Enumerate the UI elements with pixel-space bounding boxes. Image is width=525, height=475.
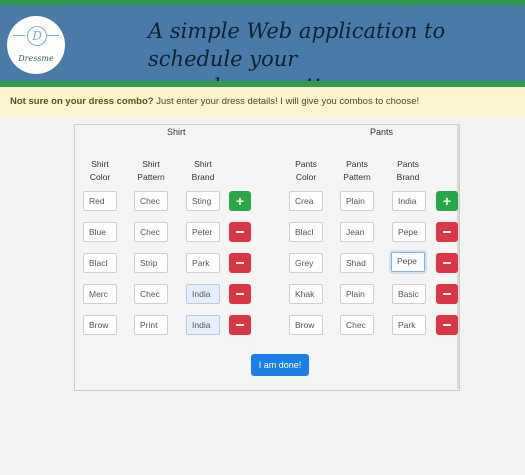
shirt-pattern-header: Shirt Pattern bbox=[128, 158, 174, 184]
pants-brand-input[interactable]: India bbox=[392, 191, 426, 211]
pants-brand-input-focused[interactable]: Pepe bbox=[391, 252, 425, 272]
pants-pattern-input[interactable]: Jean bbox=[340, 222, 374, 242]
shirt-brand-input[interactable]: India bbox=[186, 315, 220, 335]
pants-color-input[interactable]: Khak bbox=[289, 284, 323, 304]
info-banner: Not sure on your dress combo? Just enter… bbox=[0, 87, 525, 117]
pants-pattern-input[interactable]: Chec bbox=[340, 315, 374, 335]
header-line: Color bbox=[89, 172, 111, 182]
logo-wing-left bbox=[13, 35, 25, 36]
remove-pants-button[interactable] bbox=[436, 222, 458, 242]
header-line: Pants bbox=[295, 159, 317, 169]
logo-letter: D bbox=[27, 26, 47, 46]
remove-shirt-button[interactable] bbox=[229, 284, 251, 304]
shirt-color-input[interactable]: Red bbox=[83, 191, 117, 211]
shirt-color-header: Shirt Color bbox=[77, 158, 123, 184]
remove-shirt-button[interactable] bbox=[229, 253, 251, 273]
pants-brand-input[interactable]: Basic bbox=[392, 284, 426, 304]
pants-section-title: Pants bbox=[370, 127, 394, 137]
shirt-pattern-input[interactable]: Strip bbox=[134, 253, 168, 273]
remove-shirt-button[interactable] bbox=[229, 315, 251, 335]
shirt-pattern-input[interactable]: Chec bbox=[134, 191, 168, 211]
shirt-brand-input[interactable]: India bbox=[186, 284, 220, 304]
shirt-section-title: Shirt bbox=[167, 127, 186, 137]
info-banner-body: Just enter your dress details! I will gi… bbox=[153, 96, 420, 107]
info-banner-bold: Not sure on your dress combo? bbox=[10, 96, 154, 107]
header-line: Shirt bbox=[194, 159, 212, 169]
remove-shirt-button[interactable] bbox=[229, 222, 251, 242]
logo-wing-right bbox=[47, 35, 59, 36]
shirt-color-input[interactable]: Blue bbox=[83, 222, 117, 242]
pants-color-input[interactable]: Brow bbox=[289, 315, 323, 335]
shirt-color-input[interactable]: Merc bbox=[83, 284, 117, 304]
shirt-brand-input[interactable]: Sting bbox=[186, 191, 220, 211]
pants-pattern-input[interactable]: Plain bbox=[340, 191, 374, 211]
pants-brand-input[interactable]: Park bbox=[392, 315, 426, 335]
remove-pants-button[interactable] bbox=[436, 315, 458, 335]
header-line: Pants bbox=[346, 159, 368, 169]
shirt-pattern-input[interactable]: Chec bbox=[134, 284, 168, 304]
pants-pattern-input[interactable]: Shad bbox=[340, 253, 374, 273]
header-line: Pattern bbox=[343, 172, 371, 182]
shirt-pattern-input[interactable]: Print bbox=[134, 315, 168, 335]
shirt-brand-header: Shirt Brand bbox=[180, 158, 226, 184]
app-header: D Dressme A simple Web application to sc… bbox=[0, 5, 525, 99]
logo-text: Dressme bbox=[18, 54, 54, 63]
pants-pattern-header: Pants Pattern bbox=[334, 158, 380, 184]
shirt-brand-input[interactable]: Peter bbox=[186, 222, 220, 242]
pants-brand-input[interactable]: Pepe bbox=[392, 222, 426, 242]
pants-color-input[interactable]: Grey bbox=[289, 253, 323, 273]
pants-color-input[interactable]: Crea bbox=[289, 191, 323, 211]
remove-pants-button[interactable] bbox=[436, 284, 458, 304]
header-line: Shirt bbox=[142, 159, 160, 169]
header-line: Shirt bbox=[91, 159, 109, 169]
header-line: Brand bbox=[396, 172, 420, 182]
shirt-pattern-input[interactable]: Chec bbox=[134, 222, 168, 242]
header-line: Pants bbox=[397, 159, 419, 169]
tagline-line-1: A simple Web application to schedule you… bbox=[148, 19, 446, 71]
shirt-color-input[interactable]: Brow bbox=[83, 315, 117, 335]
pants-brand-header: Pants Brand bbox=[385, 158, 431, 184]
dressme-logo[interactable]: D Dressme bbox=[7, 16, 65, 74]
shirt-color-input[interactable]: Blacl bbox=[83, 253, 117, 273]
header-line: Color bbox=[295, 172, 317, 182]
add-pants-button[interactable]: + bbox=[436, 191, 458, 211]
remove-pants-button[interactable] bbox=[436, 253, 458, 273]
header-line: Brand bbox=[191, 172, 215, 182]
shirt-brand-input[interactable]: Park bbox=[186, 253, 220, 273]
header-line: Pattern bbox=[137, 172, 165, 182]
add-shirt-button[interactable]: + bbox=[229, 191, 251, 211]
pants-color-input[interactable]: Blacl bbox=[289, 222, 323, 242]
info-banner-text: Not sure on your dress combo? Just enter… bbox=[10, 87, 419, 117]
done-button[interactable]: I am done! bbox=[251, 354, 309, 376]
pants-pattern-input[interactable]: Plain bbox=[340, 284, 374, 304]
pants-color-header: Pants Color bbox=[283, 158, 329, 184]
